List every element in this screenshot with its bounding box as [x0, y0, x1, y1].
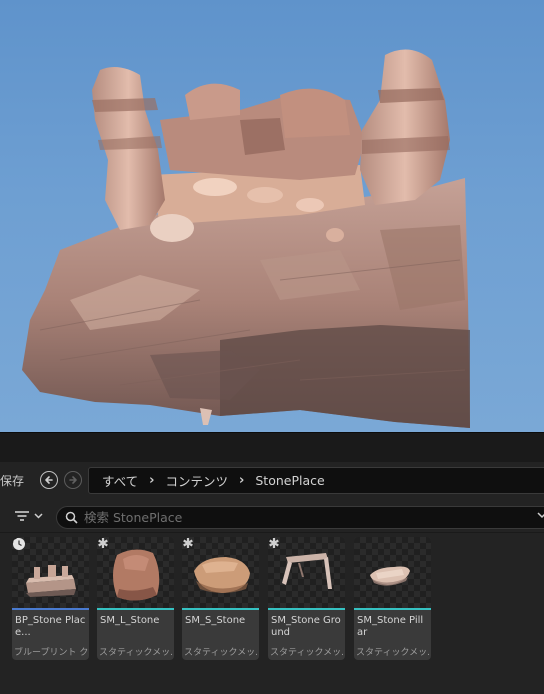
asset-tile-sm-stone-pillar[interactable]: SM_Stone Pillar スタティックメッ...	[354, 537, 431, 660]
asset-type-color-bar	[97, 608, 174, 610]
asset-name: SM_S_Stone	[185, 615, 246, 626]
asset-type-label: ブループリント ク...	[14, 648, 88, 658]
stone-pillar-thumbnail	[370, 566, 410, 586]
asset-tile-bp-stone-place[interactable]: BP_Stone Place... ブループリント ク...	[12, 537, 89, 660]
arrow-right-circle-icon[interactable]	[64, 471, 82, 489]
save-all-button[interactable]: 保存	[0, 472, 24, 489]
stone-formation-render	[22, 49, 470, 428]
filter-lines-icon	[15, 511, 29, 521]
asterisk-icon	[269, 538, 279, 548]
asset-type-color-bar	[354, 608, 431, 610]
filter-search-row	[0, 502, 544, 532]
level-viewport[interactable]	[0, 0, 544, 432]
asset-tile-sm-s-stone[interactable]: SM_S_Stone スタティックメッ...	[182, 537, 259, 660]
asset-name: BP_Stone Place...	[15, 615, 86, 638]
asterisk-icon	[98, 538, 108, 548]
filter-dropdown-button[interactable]	[14, 510, 43, 522]
asset-type-label: スタティックメッ...	[270, 648, 344, 658]
asset-thumbnail	[182, 537, 259, 608]
content-browser-panel: 保存 すべて › コンテンツ › StonePlace 検索 StonePlac…	[0, 462, 544, 694]
panel-tab-strip	[0, 432, 544, 462]
arrow-left-circle-icon[interactable]	[40, 471, 58, 489]
breadcrumb-item-all[interactable]: すべて	[102, 471, 138, 490]
asset-name: SM_Stone Ground	[271, 615, 341, 638]
asterisk-icon	[183, 538, 193, 548]
asset-type-color-bar	[268, 608, 345, 610]
asset-thumbnail	[97, 537, 174, 608]
breadcrumb-item-stoneplace[interactable]: StonePlace	[255, 473, 324, 488]
search-box[interactable]	[56, 506, 544, 529]
asset-thumbnail	[354, 537, 431, 608]
chevron-down-icon[interactable]	[537, 512, 544, 519]
asset-type-label: スタティックメッ...	[184, 648, 258, 658]
chevron-right-icon[interactable]: ›	[239, 473, 244, 488]
asset-type-label: スタティックメッ...	[356, 648, 430, 658]
search-icon	[65, 511, 78, 524]
asset-grid: BP_Stone Place... ブループリント ク... SM_L_Ston…	[0, 535, 544, 665]
breadcrumb: すべて › コンテンツ › StonePlace	[88, 467, 544, 494]
asset-tile-sm-stone-ground[interactable]: SM_Stone Ground スタティックメッ...	[268, 537, 345, 660]
clock-icon	[13, 538, 25, 550]
chevron-down-icon	[34, 513, 43, 519]
chevron-right-icon[interactable]: ›	[149, 473, 154, 488]
asset-type-label: スタティックメッ...	[99, 648, 173, 658]
search-input[interactable]	[84, 510, 514, 525]
asset-type-color-bar	[182, 608, 259, 610]
asset-tile-sm-l-stone[interactable]: SM_L_Stone スタティックメッ...	[97, 537, 174, 660]
asset-name: SM_L_Stone	[100, 615, 160, 626]
content-browser-nav-row: 保存 すべて › コンテンツ › StonePlace	[0, 462, 544, 498]
asset-thumbnail	[12, 537, 89, 608]
asset-thumbnail	[268, 537, 345, 608]
divider	[0, 532, 544, 533]
asset-name: SM_Stone Pillar	[357, 615, 424, 638]
asset-type-color-bar	[12, 608, 89, 610]
breadcrumb-item-content[interactable]: コンテンツ	[166, 471, 229, 490]
